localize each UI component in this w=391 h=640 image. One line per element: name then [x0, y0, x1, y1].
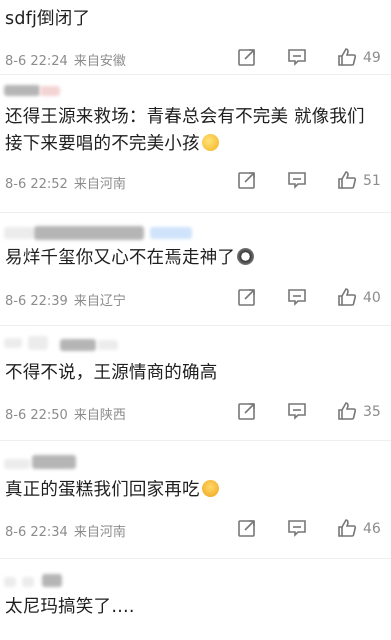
comment-time: 8-6 22:24	[5, 54, 68, 69]
thumbs-up-icon[interactable]	[337, 47, 357, 67]
like-count: 40	[363, 290, 381, 306]
comment-time: 8-6 22:50	[5, 408, 68, 423]
thumbs-up-icon[interactable]	[337, 170, 357, 190]
username-blurred	[0, 559, 391, 593]
comment-icon[interactable]	[287, 518, 307, 538]
comment-location: 来自辽宁	[73, 294, 126, 309]
username-blurred	[0, 326, 391, 356]
comment-location: 来自陕西	[73, 408, 126, 423]
panda-emoji	[237, 248, 255, 265]
comment-time: 8-6 22:52	[5, 177, 68, 192]
comment-text: 太尼玛搞笑了….	[5, 597, 135, 617]
like-count: 51	[363, 173, 381, 189]
crying-face-emoji	[201, 480, 219, 497]
like-count: 35	[363, 404, 381, 420]
comment-item: 易烊千玺你又心不在焉走神了 8-6 22:39 来自辽宁 40	[0, 213, 391, 326]
comment-text: 真正的蛋糕我们回家再吃	[0, 475, 391, 504]
forward-icon[interactable]	[237, 170, 257, 190]
comment-item: 真正的蛋糕我们回家再吃 8-6 22:34 来自河南 46	[0, 441, 391, 559]
comment-meta: 8-6 22:24 来自安徽 49	[0, 44, 391, 74]
comment-location: 来自河南	[73, 525, 126, 540]
comment-icon[interactable]	[287, 170, 307, 190]
forward-icon[interactable]	[237, 401, 257, 421]
comment-text: sdfj倒闭了	[5, 9, 91, 29]
comment-text: 还得王源来救场：青春总会有不完美 就像我们接下来要唱的不完美小孩	[5, 107, 365, 154]
comment-icon[interactable]	[287, 287, 307, 307]
comment-icon[interactable]	[287, 401, 307, 421]
comment-item: 不得不说，王源情商的确高 8-6 22:50 来自陕西 35	[0, 326, 391, 441]
like-count: 49	[363, 50, 381, 66]
comment-item: sdfj倒闭了 8-6 22:24 来自安徽 49	[0, 0, 391, 75]
comment-text: 不得不说，王源情商的确高	[5, 363, 218, 383]
comment-time: 8-6 22:39	[5, 294, 68, 309]
like-count: 46	[363, 521, 381, 537]
comment-item: 太尼玛搞笑了….	[0, 559, 391, 640]
comment-icon[interactable]	[287, 47, 307, 67]
comment-item: 还得王源来救场：青春总会有不完美 就像我们接下来要唱的不完美小孩 8-6 22:…	[0, 75, 391, 213]
comment-meta: 8-6 22:34 来自河南 46	[0, 515, 391, 545]
thumbs-up-icon[interactable]	[337, 287, 357, 307]
hugging-face-emoji	[201, 134, 219, 151]
forward-icon[interactable]	[237, 47, 257, 67]
forward-icon[interactable]	[237, 287, 257, 307]
comment-meta: 8-6 22:50 来自陕西 35	[0, 398, 391, 428]
forward-icon[interactable]	[237, 518, 257, 538]
comment-meta: 8-6 22:39 来自辽宁 40	[0, 284, 391, 314]
thumbs-up-icon[interactable]	[337, 518, 357, 538]
comment-meta: 8-6 22:52 来自河南 51	[0, 167, 391, 197]
comment-location: 来自安徽	[73, 54, 126, 69]
username-blurred	[0, 213, 391, 243]
username-blurred	[0, 75, 391, 101]
comment-location: 来自河南	[73, 177, 126, 192]
thumbs-up-icon[interactable]	[337, 401, 357, 421]
comment-time: 8-6 22:34	[5, 525, 68, 540]
comment-text: 易烊千玺你又心不在焉走神了	[0, 243, 391, 272]
username-blurred	[0, 441, 391, 475]
